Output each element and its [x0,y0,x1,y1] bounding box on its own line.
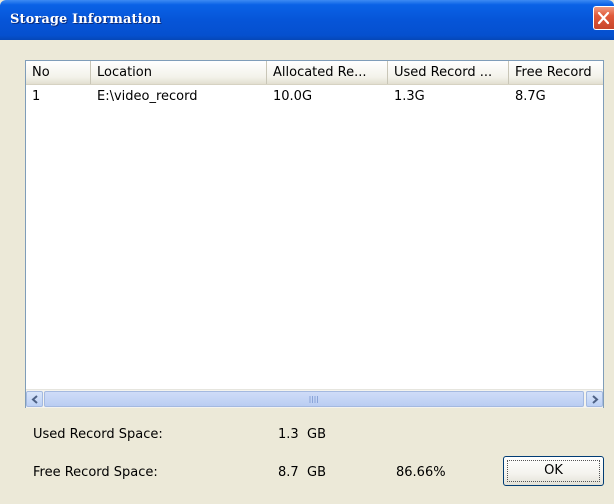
free-space-percent: 86.66% [396,465,446,480]
chevron-left-icon [31,395,38,404]
free-space-label: Free Record Space: [33,465,158,480]
scroll-right-button[interactable] [586,391,603,407]
close-icon [597,11,610,25]
table-row[interactable]: 1 E:\video_record 10.0G 1.3G 8.7G [26,87,603,107]
scroll-left-button[interactable] [26,391,43,407]
cell-used: 1.3G [394,89,425,104]
cell-no: 1 [32,89,41,104]
column-header-used[interactable]: Used Record ... [388,61,509,84]
title-bar[interactable]: Storage Information [0,0,614,40]
column-header-location[interactable]: Location [91,61,267,84]
list-header: No Location Allocated Re... Used Record … [26,61,603,85]
cell-allocated: 10.0G [273,89,313,104]
close-button[interactable] [593,6,614,30]
column-header-free[interactable]: Free Record [509,61,603,84]
storage-information-dialog: Storage Information No Location Allocate… [0,0,614,504]
used-space-unit: GB [307,427,326,442]
column-header-allocated[interactable]: Allocated Re... [267,61,388,84]
horizontal-scrollbar[interactable] [26,389,603,408]
used-space-label: Used Record Space: [33,427,163,442]
cell-free: 8.7G [515,89,546,104]
free-space-value: 8.7 [278,465,299,480]
used-space-value: 1.3 [278,427,299,442]
ok-button-label: OK [544,463,563,478]
storage-list[interactable]: No Location Allocated Re... Used Record … [25,60,604,408]
free-space-unit: GB [307,465,326,480]
column-header-no[interactable]: No [26,61,91,84]
grip-icon [309,396,318,403]
chevron-right-icon [592,395,599,404]
scroll-thumb[interactable] [44,391,584,407]
cell-location: E:\video_record [97,89,198,104]
ok-button[interactable]: OK [503,456,604,486]
window-title: Storage Information [10,12,162,27]
